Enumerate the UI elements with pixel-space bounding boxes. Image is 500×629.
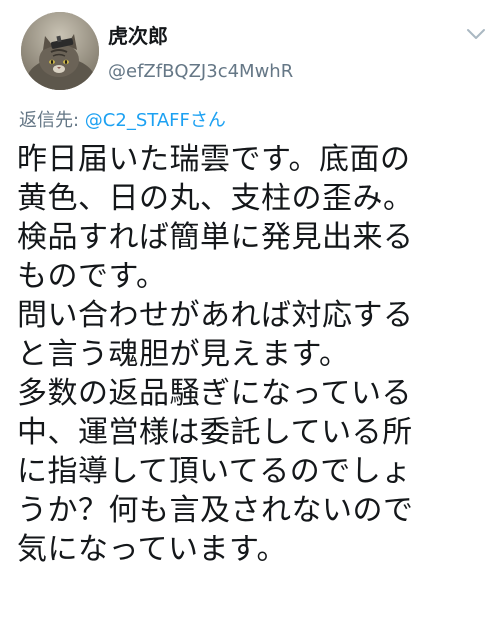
tweet-line: 問い合わせがあれば対応する — [17, 298, 414, 333]
display-name[interactable]: 虎次郎 — [108, 24, 168, 48]
tweet-line: に指導して頂いてるのでしょ — [17, 454, 412, 489]
tweet-line: 黄色、日の丸、支柱の歪み。 — [17, 181, 414, 216]
tweet-line: と言う魂胆が見えます。 — [17, 337, 350, 372]
cat-avatar-icon — [21, 12, 99, 90]
tweet-line: 中、運営様は委託している所 — [17, 415, 413, 450]
reply-prefix: 返信先: — [19, 110, 85, 131]
tweet-card: 虎次郎 @efZfBQZJ3c4MwhR 返信先: @C2_STAFFさん 昨日… — [0, 0, 500, 629]
tweet-text: 昨日届いた瑞雲です。底面の 黄色、日の丸、支柱の歪み。 検品すれば簡単に発見出来… — [17, 140, 487, 569]
chevron-down-icon — [467, 29, 485, 39]
user-handle[interactable]: @efZfBQZJ3c4MwhR — [108, 61, 293, 83]
tweet-line: 昨日届いた瑞雲です。底面の — [17, 142, 411, 177]
user-avatar[interactable] — [21, 12, 99, 90]
tweet-line: 検品すれば簡単に発見出来る — [17, 220, 414, 255]
tweet-line: 気になっています。 — [17, 532, 287, 567]
tweet-line: うか？何も言及されないので — [17, 493, 414, 528]
reply-mention-link[interactable]: @C2_STAFFさん — [85, 110, 226, 131]
tweet-menu-button[interactable] — [462, 22, 490, 46]
reply-context: 返信先: @C2_STAFFさん — [19, 109, 226, 133]
tweet-line: 多数の返品騒ぎになっている — [17, 376, 412, 411]
tweet-line: ものです。 — [17, 259, 167, 294]
